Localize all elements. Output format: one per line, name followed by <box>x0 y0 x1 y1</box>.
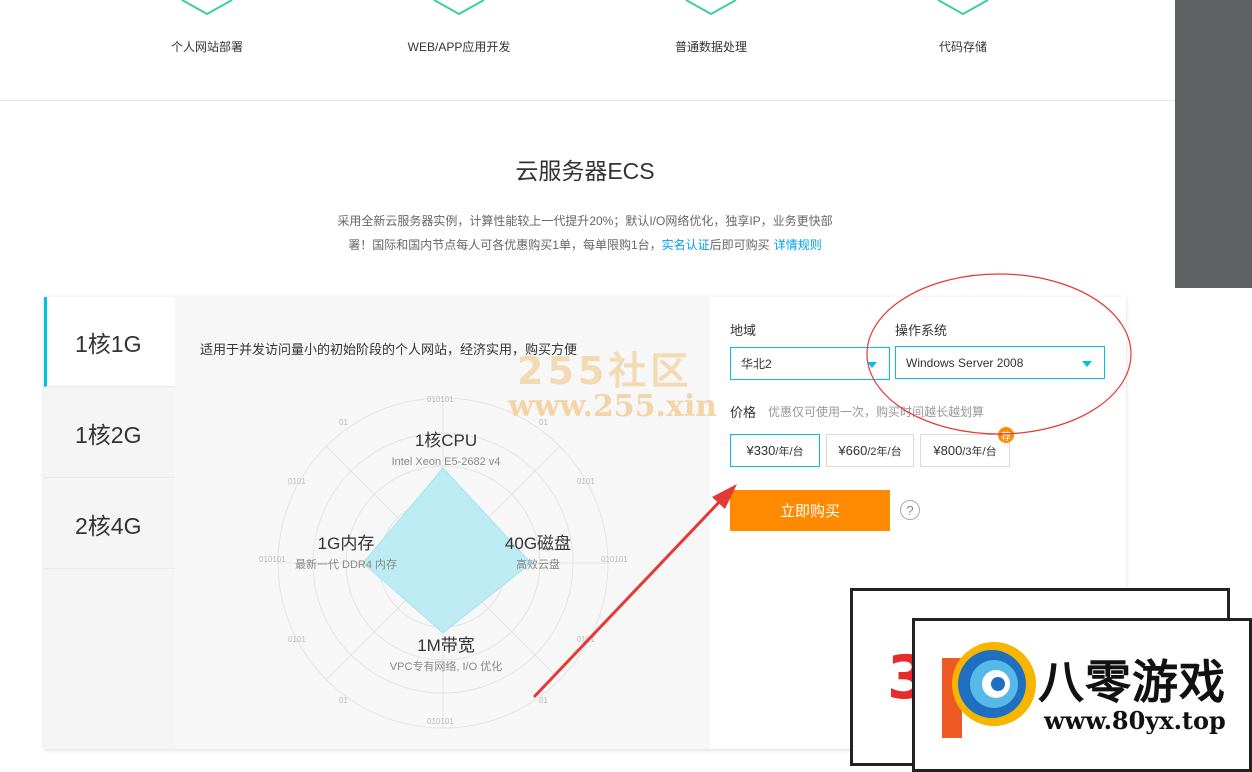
price-note: 优惠仅可使用一次，购买时间越长越划算 <box>768 405 985 419</box>
chevron-icon <box>181 0 233 16</box>
section-title: 云服务器ECS <box>515 158 655 184</box>
spec-tabs: 1核1G 1核2G 2核4G <box>44 297 175 749</box>
os-value: Windows Server 2008 <box>906 355 1024 370</box>
watermark-text: 255社区 <box>517 349 693 393</box>
help-icon[interactable]: ? <box>900 500 920 520</box>
scenario-label: 普通数据处理 <box>674 40 747 54</box>
realname-link[interactable]: 实名认证 <box>662 238 710 252</box>
os-label: 操作系统 <box>895 323 948 338</box>
radar-deco: 0101 <box>288 635 306 644</box>
radar-deco: 010101 <box>259 555 286 564</box>
description-text-after: 后即可购买 <box>709 238 770 252</box>
region-label: 地域 <box>730 323 757 338</box>
price-amount: ¥330 <box>746 443 776 458</box>
radar-deco: 01 <box>339 418 348 427</box>
radar-deco: 010101 <box>427 395 454 404</box>
radar-bw-title: 1M带宽 <box>417 636 475 655</box>
radar-deco: 010101 <box>427 717 454 726</box>
buy-now-button[interactable]: 立即购买 <box>730 490 890 531</box>
radar-cpu-title: 1核CPU <box>415 431 477 450</box>
price-amount: ¥800 <box>933 443 963 458</box>
region-select[interactable]: 华北2 <box>730 347 890 380</box>
tab-2c4g[interactable]: 2核4G <box>44 479 175 569</box>
caret-down-icon <box>1082 361 1092 367</box>
price-unit: /2年/台 <box>867 445 902 458</box>
price-unit: /3年/台 <box>962 445 997 458</box>
price-option-1yr[interactable]: ¥330/年/台 <box>730 434 820 467</box>
price-option-2yr[interactable]: ¥660/2年/台 <box>826 434 914 467</box>
tab-1c2g[interactable]: 1核2G <box>44 388 175 478</box>
tab-1c1g[interactable]: 1核1G <box>44 297 175 387</box>
swirl-logo-icon <box>952 642 1036 726</box>
caret-down-icon <box>867 362 877 368</box>
price-label: 价格 <box>730 405 757 420</box>
section-description: 采用全新云服务器实例，计算性能较上一代提升20%；默认I/O网络优化，独享IP，… <box>320 209 850 257</box>
price-option-3yr[interactable]: ¥800/3年/台 <box>920 434 1010 467</box>
radar-deco: 010101 <box>601 555 628 564</box>
radar-deco: 01 <box>339 696 348 705</box>
side-panel-block <box>1175 0 1252 288</box>
watermark-url: www.255.xin <box>508 389 718 424</box>
chevron-icon <box>433 0 485 16</box>
rules-link[interactable]: 详情规则 <box>774 238 822 252</box>
logo-stamp: 3 八零游戏 www.80yx.top <box>850 588 1252 772</box>
description-line-1: 采用全新云服务器实例，计算性能较上一代提升20%；默认I/O网络优化，独享IP，… <box>337 214 833 228</box>
radar-deco: 0101 <box>288 477 306 486</box>
radar-mem-sub: 最新一代 DDR4 内存 <box>295 557 397 571</box>
spec-radar-chart: 010101 01 0101 010101 0101 01 010101 01 … <box>259 395 628 729</box>
price-amount: ¥660 <box>838 443 868 458</box>
scenario-label: 代码存储 <box>938 40 987 54</box>
radar-mem-title: 1G内存 <box>318 534 375 553</box>
scenario-label: WEB/APP应用开发 <box>407 40 511 54</box>
region-value: 华北2 <box>741 357 772 371</box>
os-select[interactable]: Windows Server 2008 <box>895 346 1105 379</box>
radar-bw-sub: VPC专有网络, I/O 优化 <box>390 659 502 673</box>
recommend-badge: 荐 <box>998 427 1014 443</box>
chevron-icon <box>937 0 989 16</box>
radar-deco: 01 <box>539 696 548 705</box>
description-line-2: 署！国际和国内节点每人可各优惠购买1单，每单限购1台，实名认证后即可购买 详情规则 <box>320 233 850 257</box>
scenario-label: 个人网站部署 <box>170 40 243 54</box>
radar-deco: 0101 <box>577 477 595 486</box>
chevron-icon <box>685 0 737 16</box>
radar-cpu-sub: Intel Xeon E5-2682 v4 <box>392 456 501 468</box>
radar-deco: 0101 <box>577 635 595 644</box>
radar-disk-title: 40G磁盘 <box>505 534 571 553</box>
radar-disk-sub: 高效云盘 <box>516 557 560 571</box>
description-text: 署！国际和国内节点每人可各优惠购买1单，每单限购1台， <box>348 238 662 252</box>
price-unit: /年/台 <box>775 445 804 458</box>
scenario-strip: 个人网站部署 WEB/APP应用开发 普通数据处理 代码存储 <box>0 0 1175 101</box>
logo-name: 八零游戏 <box>1038 655 1226 709</box>
logo-url: www.80yx.top <box>1044 706 1226 735</box>
